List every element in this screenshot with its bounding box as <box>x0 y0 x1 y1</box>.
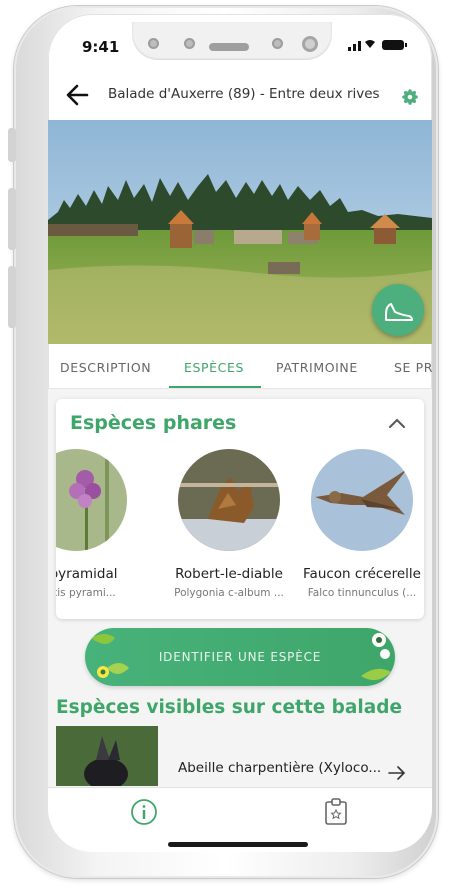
arrow-right-icon[interactable] <box>388 766 406 780</box>
list-item[interactable]: Abeille charpentière (Xyloco... <box>48 726 432 786</box>
start-walk-button[interactable] <box>372 284 424 336</box>
sensor-icon <box>184 38 195 49</box>
identify-species-button[interactable]: IDENTIFIER UNE ESPÈCE <box>85 628 395 686</box>
species-latin-name: Falco tinnunculus (... <box>307 587 417 599</box>
bottom-navigation <box>48 787 432 852</box>
species-latin-name: Polygonia c-album ... <box>174 587 284 599</box>
species-name: Faucon crécerelle <box>303 566 421 582</box>
species-photo <box>178 449 280 551</box>
notch <box>132 22 332 60</box>
volume-down-button <box>8 266 16 328</box>
species-latin-name: mptis pyrami... <box>56 587 116 599</box>
species-name: Robert-le-diable <box>175 566 283 582</box>
status-icons <box>348 38 410 56</box>
species-item[interactable]: Robert-le-diable Polygonia c-album ... <box>163 449 293 609</box>
species-thumbnail <box>56 726 158 786</box>
app-bar: Balade d'Auxerre (89) - Entre deux rives <box>48 80 432 120</box>
home-indicator[interactable] <box>168 842 308 847</box>
tab-especes[interactable]: ESPÈCES <box>184 360 244 375</box>
status-bar: 9:41 <box>48 14 432 66</box>
clipboard-icon[interactable] <box>324 798 348 826</box>
status-time: 9:41 <box>82 38 120 56</box>
mute-switch <box>8 128 16 162</box>
front-camera-icon <box>302 36 318 52</box>
arrow-left-icon[interactable] <box>64 80 90 110</box>
page-title: Balade d'Auxerre (89) - Entre deux rives <box>108 86 380 102</box>
tab-patrimoine[interactable]: PATRIMOINE <box>276 360 358 375</box>
phone-screen: 9:41 Balade d'Auxerre (89) - Entre deux … <box>48 14 432 852</box>
visible-species-title: Espèces visibles sur cette balade <box>56 697 403 718</box>
speaker-icon <box>209 43 249 51</box>
featured-species-title: Espèces phares <box>70 412 237 434</box>
sensor-icon <box>148 38 159 49</box>
shoe-icon <box>385 303 413 321</box>
species-name: Abeille charpentière (Xyloco... <box>178 760 382 776</box>
tab-bar: DESCRIPTION ESPÈCES PATRIMOINE SE PR <box>48 346 432 389</box>
active-tab-indicator <box>169 386 261 388</box>
sensor-icon <box>272 38 283 49</box>
tab-description[interactable]: DESCRIPTION <box>60 360 151 375</box>
chevron-up-icon[interactable] <box>388 417 406 429</box>
volume-up-button <box>8 188 16 250</box>
gear-icon[interactable] <box>402 89 418 105</box>
species-item[interactable]: is pyramidal mptis pyrami... <box>56 449 140 609</box>
species-photo <box>311 449 413 551</box>
species-name: is pyramidal <box>56 566 118 582</box>
species-photo <box>56 449 127 551</box>
identify-species-label: IDENTIFIER UNE ESPÈCE <box>158 650 322 664</box>
signal-wifi-battery-icon <box>348 40 407 51</box>
tab-se-promener[interactable]: SE PR <box>394 360 432 375</box>
info-icon[interactable] <box>130 798 158 826</box>
featured-species-card: Espèces phares is pyramidal mptis pyrami… <box>56 399 424 619</box>
species-item[interactable]: Faucon crécerelle Falco tinnunculus (... <box>296 449 424 609</box>
